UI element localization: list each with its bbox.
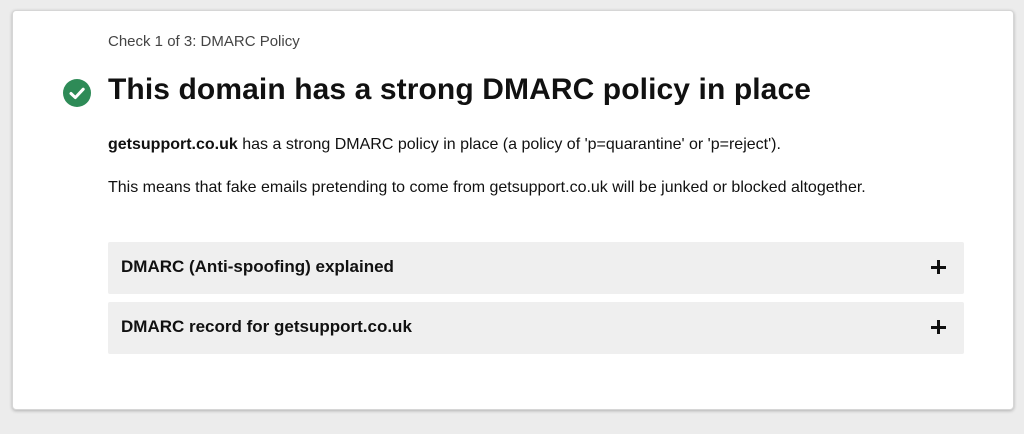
domain-name: getsupport.co.uk	[108, 136, 238, 153]
dmarc-check-card: Check 1 of 3: DMARC Policy This domain h…	[12, 10, 1014, 410]
summary-text: has a strong DMARC policy in place (a po…	[237, 136, 781, 153]
result-explanation: This means that fake emails pretending t…	[108, 179, 866, 196]
plus-icon[interactable]	[930, 259, 946, 275]
result-summary: getsupport.co.uk has a strong DMARC poli…	[108, 132, 928, 158]
accordion-label: DMARC record for getsupport.co.uk	[121, 317, 412, 336]
plus-icon[interactable]	[930, 319, 946, 335]
check-circle-icon	[63, 79, 91, 107]
result-heading: This domain has a strong DMARC policy in…	[108, 73, 812, 106]
accordion-dmarc-record[interactable]: DMARC record for getsupport.co.uk	[108, 302, 964, 354]
check-step-label: Check 1 of 3: DMARC Policy	[108, 33, 300, 50]
accordion-label: DMARC (Anti-spoofing) explained	[121, 257, 394, 276]
accordion-dmarc-explained[interactable]: DMARC (Anti-spoofing) explained	[108, 242, 964, 294]
